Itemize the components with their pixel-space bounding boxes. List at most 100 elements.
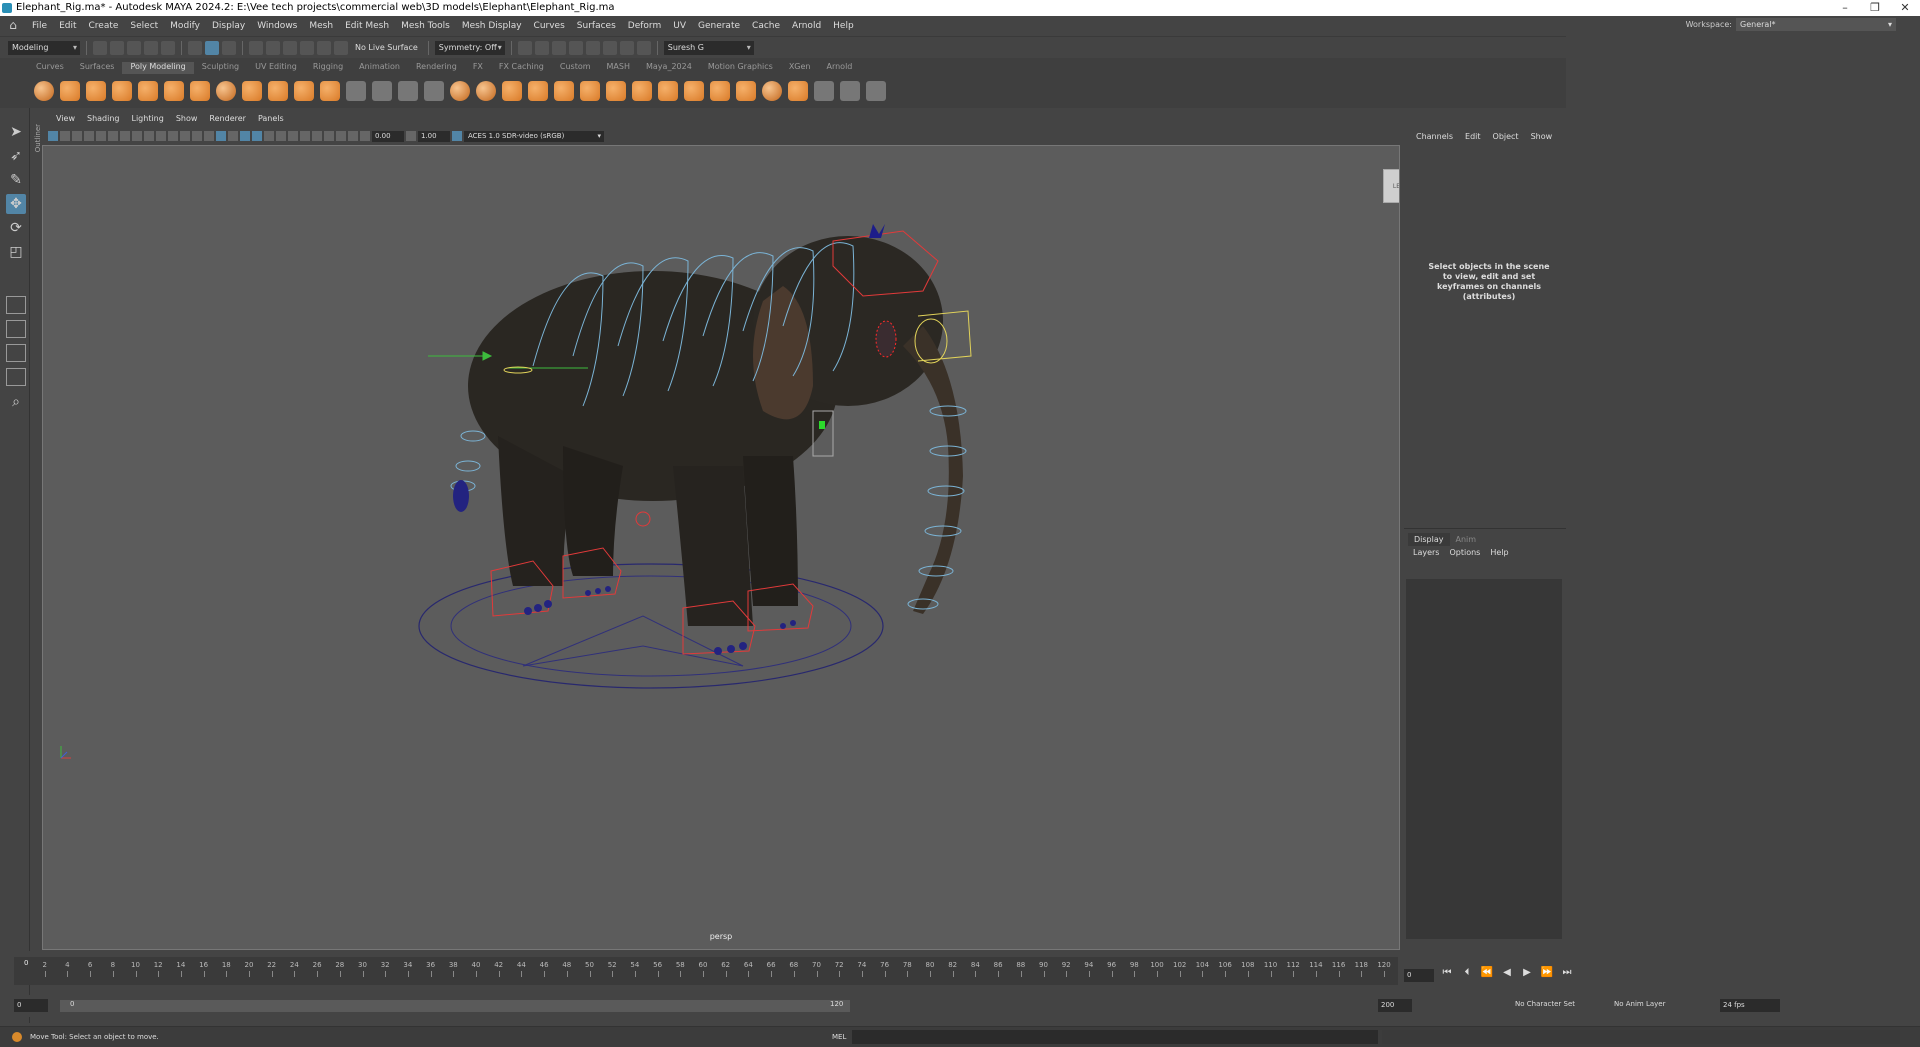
home-icon[interactable]: ⌂ [4,18,22,34]
panel-menu-shading[interactable]: Shading [81,114,126,128]
step-forward-key-icon[interactable]: ⏩ [1540,967,1554,978]
move-tool-icon[interactable]: ✥ [6,194,26,214]
user-account-dropdown[interactable]: Suresh G [663,40,754,55]
isolate-select-icon[interactable] [324,131,334,141]
panel-menu-view[interactable]: View [50,114,81,128]
layer-menu-options[interactable]: Options [1444,548,1485,557]
menu-cache[interactable]: Cache [746,21,786,31]
menu-mesh[interactable]: Mesh [303,21,339,31]
shelf-tab-mash[interactable]: MASH [599,62,638,74]
menu-curves[interactable]: Curves [528,21,571,31]
snap-view-plane-icon[interactable] [300,40,314,55]
merge-icon[interactable] [684,81,704,101]
menu-mesh-tools[interactable]: Mesh Tools [395,21,456,31]
current-frame-marker[interactable]: 0 [24,959,28,967]
time-slider-track[interactable]: 0 2 4 6 8 10 12 14 16 18 20 22 24 26 28 30 32 34 36 38 40 42… [14,957,1398,985]
panel-menu-show[interactable]: Show [170,114,204,128]
mirror-icon[interactable] [450,81,470,101]
tail-controls[interactable] [450,430,486,492]
mel-label[interactable]: MEL [832,1033,846,1041]
go-to-start-icon[interactable]: ⏮ [1440,967,1454,978]
smooth-icon[interactable] [398,81,418,101]
redo-icon[interactable] [161,40,175,55]
shadows-icon[interactable] [276,131,286,141]
go-to-end-icon[interactable]: ⏭ [1560,967,1574,978]
view-transform-dropdown[interactable]: ACES 1.0 SDR-video (sRGB) [464,130,604,142]
live-surface-label[interactable]: No Live Surface [351,43,422,52]
menu-deform[interactable]: Deform [622,21,667,31]
shelf-tab-fx-caching[interactable]: FX Caching [491,62,552,74]
undo-icon[interactable] [144,40,158,55]
elephant-model[interactable] [468,236,963,626]
new-scene-icon[interactable] [93,40,107,55]
root-control[interactable] [635,511,651,527]
shelf-tab-fx[interactable]: FX [465,62,491,74]
select-hierarchy-icon[interactable] [188,40,202,55]
render-view-icon[interactable] [517,40,532,55]
shelf-tab-rendering[interactable]: Rendering [408,62,465,74]
shelf-tab-motion-graphics[interactable]: Motion Graphics [700,62,781,74]
color-management-icon[interactable] [452,131,462,141]
step-back-key-icon[interactable]: ⏪ [1480,967,1494,978]
tail-tip[interactable] [453,480,469,512]
menu-windows[interactable]: Windows [251,21,303,31]
shelf-tab-curves[interactable]: Curves [28,62,72,74]
rotate-tool-icon[interactable]: ⟳ [6,218,26,238]
image-plane-icon[interactable] [84,131,94,141]
safe-title-icon[interactable] [192,131,202,141]
select-object-icon[interactable] [205,40,219,55]
shelf-tab-poly-modeling[interactable]: Poly Modeling [122,62,194,74]
target-weld-icon[interactable] [658,81,678,101]
2d-pan-zoom-icon[interactable] [96,131,106,141]
poke-icon[interactable] [736,81,756,101]
menu-select[interactable]: Select [124,21,164,31]
gate-mask-icon[interactable] [156,131,166,141]
channel-menu-channels[interactable]: Channels [1410,132,1459,141]
scale-tool-icon[interactable]: ◰ [6,242,26,262]
sweep-mesh-icon[interactable] [268,81,288,101]
lasso-tool-icon[interactable]: ➶ [6,146,26,166]
select-tool-icon[interactable]: ➤ [6,122,26,142]
anti-aliasing-icon[interactable] [312,131,322,141]
workspace-dropdown[interactable]: General* [1736,18,1896,31]
face-ui-slider[interactable] [819,421,825,429]
menu-modify[interactable]: Modify [164,21,206,31]
shelf-tab-animation[interactable]: Animation [351,62,408,74]
panel-menu-panels[interactable]: Panels [252,114,290,128]
platonic-solid-icon[interactable] [216,81,236,101]
layer-menu-help[interactable]: Help [1485,548,1513,557]
sculpt-brush-icon[interactable] [814,81,834,101]
restore-button[interactable]: ❐ [1860,0,1890,16]
character-set-dropdown[interactable]: No Character Set [1515,1000,1575,1008]
poly-torus-icon[interactable] [138,81,158,101]
minimize-button[interactable]: – [1830,0,1860,16]
uv-editor-icon[interactable] [840,81,860,101]
resolution-gate-icon[interactable] [144,131,154,141]
make-live-icon[interactable] [334,40,348,55]
use-all-lights-icon[interactable] [264,131,274,141]
menu-mesh-display[interactable]: Mesh Display [456,21,528,31]
menu-arnold[interactable]: Arnold [786,21,827,31]
snap-curve-icon[interactable] [266,40,280,55]
poly-plane-icon[interactable] [164,81,184,101]
poly-cube-icon[interactable] [60,81,80,101]
camera-attributes-icon[interactable] [60,131,70,141]
super-shape-icon[interactable] [242,81,262,101]
viewport-persp[interactable]: LEFT persp [42,145,1400,950]
channel-menu-edit[interactable]: Edit [1459,132,1487,141]
search-icon[interactable]: ⌕ [6,392,26,412]
channel-menu-show[interactable]: Show [1525,132,1559,141]
menu-help[interactable]: Help [827,21,860,31]
menu-generate[interactable]: Generate [692,21,746,31]
render-settings-icon[interactable] [568,40,583,55]
smooth-shade-icon[interactable] [216,131,226,141]
poly-cylinder-icon[interactable] [86,81,106,101]
menu-display[interactable]: Display [206,21,251,31]
current-frame-field[interactable]: 0 [1404,969,1434,982]
shelf-tab-xgen[interactable]: XGen [781,62,819,74]
safe-action-icon[interactable] [180,131,190,141]
single-view-layout-icon[interactable] [6,296,26,314]
xray-joints-icon[interactable] [348,131,358,141]
global-control-outer[interactable] [418,563,884,689]
open-scene-icon[interactable] [110,40,124,55]
